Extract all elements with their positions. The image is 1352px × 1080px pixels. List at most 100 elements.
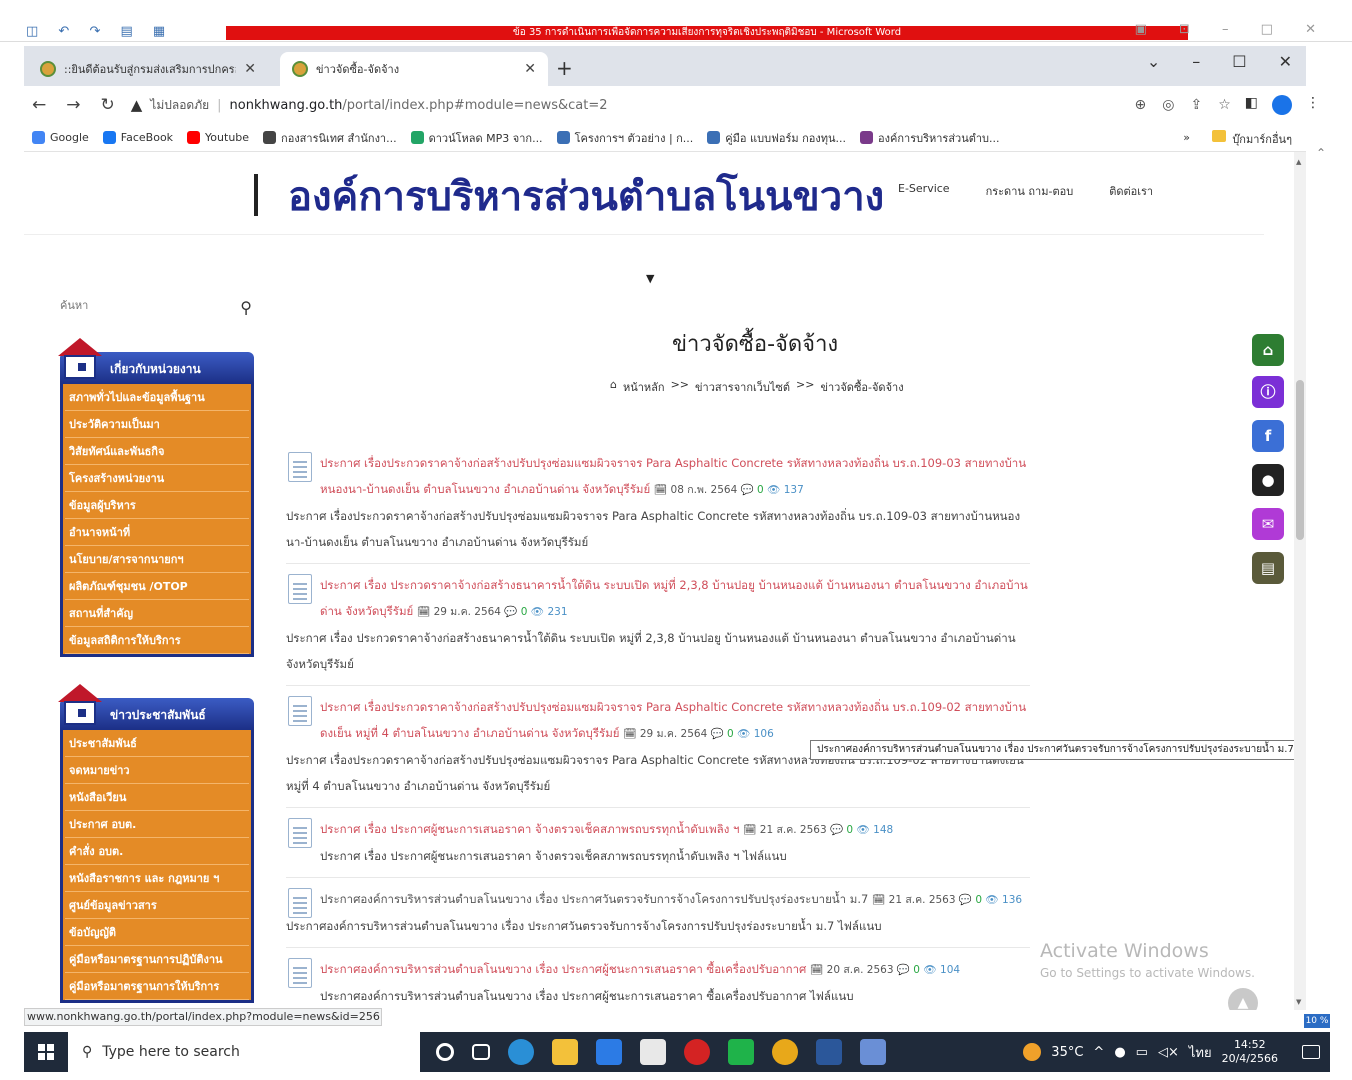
- file-explorer-icon[interactable]: [552, 1039, 578, 1065]
- cortana-icon[interactable]: [436, 1043, 454, 1061]
- side-panel-icon[interactable]: ◧: [1245, 95, 1258, 115]
- chevron-up-icon[interactable]: ⌃: [1316, 146, 1326, 160]
- menu-item[interactable]: สภาพทั่วไปและข้อมูลพื้นฐาน: [65, 384, 249, 411]
- page-scrollbar[interactable]: ▲ ▼: [1294, 152, 1306, 1010]
- reload-button[interactable]: ↻: [101, 95, 115, 115]
- zoom-icon[interactable]: ⊕: [1135, 97, 1147, 113]
- url-path[interactable]: /portal/index.php#module=news&cat=2: [342, 98, 607, 113]
- line-icon[interactable]: [728, 1039, 754, 1065]
- weather-icon[interactable]: [1023, 1043, 1042, 1061]
- home-icon[interactable]: ⌂: [610, 378, 617, 396]
- profile-avatar[interactable]: [1271, 95, 1292, 115]
- new-tab-button[interactable]: +: [556, 56, 573, 80]
- tray-app-icon[interactable]: ●: [1114, 1045, 1125, 1060]
- menu-kebab-icon[interactable]: ⋮: [1306, 95, 1320, 115]
- bookmark-sao[interactable]: องค์การบริหารส่วนตำบ...: [860, 129, 1000, 147]
- tab-procurement-news[interactable]: ข่าวจัดซื้อ-จัดจ้าง ✕: [280, 52, 548, 86]
- url-host[interactable]: nonkhwang.go.th: [230, 98, 343, 113]
- paint-icon[interactable]: [860, 1039, 886, 1065]
- chrome-icon[interactable]: [772, 1039, 798, 1065]
- chevron-up-icon[interactable]: ^: [1093, 1045, 1104, 1060]
- address-bar[interactable]: ▲ ไม่ปลอดภัย | nonkhwang.go.th/portal/in…: [131, 90, 1231, 120]
- nav-qa-board[interactable]: กระดาน ถาม-ตอบ: [986, 182, 1074, 200]
- bookmark-google[interactable]: Google: [32, 131, 89, 144]
- menu-item[interactable]: หนังสือราชการ และ กฎหมาย ฯ: [65, 865, 249, 892]
- menu-item[interactable]: จดหมายข่าว: [65, 757, 249, 784]
- bookmarks-overflow-button[interactable]: »: [1183, 131, 1190, 144]
- menu-item[interactable]: ข้อมูลผู้บริหาร: [65, 492, 249, 519]
- search-icon[interactable]: ⚲: [240, 298, 252, 317]
- menu-item[interactable]: ประชาสัมพันธ์: [65, 730, 249, 757]
- nav-e-service[interactable]: E-Service: [898, 182, 950, 200]
- facebook-icon[interactable]: f: [1252, 420, 1284, 452]
- scroll-down-arrow-icon[interactable]: ▼: [1296, 998, 1301, 1006]
- menu-item[interactable]: คู่มือหรือมาตรฐานการปฏิบัติงาน: [65, 946, 249, 973]
- menu-item[interactable]: อำนาจหน้าที่: [65, 519, 249, 546]
- mail-icon[interactable]: ✉: [1252, 508, 1284, 540]
- notification-icon[interactable]: [1302, 1045, 1320, 1059]
- bookmark-mp3[interactable]: ดาวน์โหลด MP3 จาก...: [410, 129, 543, 147]
- eye-off-icon[interactable]: ◎: [1162, 97, 1174, 113]
- breadcrumb-website-news[interactable]: ข่าวสารจากเว็บไซต์: [695, 378, 790, 396]
- news-title-link[interactable]: ประกาศองค์การบริหารส่วนตำบลโนนขวาง เรื่อ…: [320, 962, 806, 976]
- close-tab-icon[interactable]: ✕: [524, 61, 536, 77]
- taskbar-search[interactable]: ⚲ Type here to search: [68, 1032, 420, 1072]
- bookmark-project-sample[interactable]: โครงการฯ ตัวอย่าง | ก...: [556, 129, 693, 147]
- tab-dopa[interactable]: ::ยินดีต้อนรับสู่กรมส่งเสริมการปกครอง ✕: [28, 52, 268, 86]
- close-tab-icon[interactable]: ✕: [244, 61, 256, 77]
- bookmark-star-icon[interactable]: ☆: [1218, 97, 1231, 113]
- site-brand[interactable]: องค์การบริหารส่วนตำบลโนนขวาง: [288, 164, 884, 228]
- network-icon[interactable]: ▭: [1136, 1045, 1148, 1060]
- clock[interactable]: 14:52 20/4/2566: [1222, 1038, 1278, 1066]
- bookmark-youtube[interactable]: Youtube: [187, 131, 249, 144]
- bookmark-facebook[interactable]: FaceBook: [102, 131, 173, 144]
- menu-item[interactable]: ศูนย์ข้อมูลข่าวสาร: [65, 892, 249, 919]
- user-icon[interactable]: ●: [1252, 464, 1284, 496]
- close-window-button[interactable]: ✕: [1279, 52, 1292, 71]
- menu-item[interactable]: ข้อบัญญัติ: [65, 919, 249, 946]
- menu-item[interactable]: ผลิตภัณฑ์ชุมชน /OTOP: [65, 573, 249, 600]
- menu-item[interactable]: คู่มือหรือมาตรฐานการให้บริการ: [65, 973, 249, 1000]
- scrollbar-thumb[interactable]: [1296, 380, 1304, 540]
- caret-down-icon[interactable]: ▼: [646, 272, 654, 285]
- tab-search-icon[interactable]: ⌄: [1147, 52, 1160, 71]
- word-quick-access-toolbar[interactable]: ◫ ↶ ↷ ▤ ▦: [26, 24, 173, 39]
- menu-item[interactable]: วิสัยทัศน์และพันธกิจ: [65, 438, 249, 465]
- store-icon[interactable]: [640, 1039, 666, 1065]
- home-icon[interactable]: ⌂: [1252, 334, 1284, 366]
- minimize-button[interactable]: –: [1192, 52, 1200, 71]
- bookmark-news-office[interactable]: กองสารนิเทศ สำนักงา...: [263, 129, 397, 147]
- scroll-to-top-button[interactable]: ▲: [1228, 988, 1258, 1010]
- menu-item[interactable]: ประวัติความเป็นมา: [65, 411, 249, 438]
- volume-icon[interactable]: ◁×: [1158, 1045, 1179, 1060]
- scroll-up-arrow-icon[interactable]: ▲: [1296, 158, 1301, 166]
- share-icon[interactable]: ⇪: [1190, 97, 1202, 113]
- info-icon[interactable]: ⓘ: [1252, 376, 1284, 408]
- menu-item[interactable]: คำสั่ง อบต.: [65, 838, 249, 865]
- search-input[interactable]: [60, 300, 210, 312]
- breadcrumb-home[interactable]: หน้าหลัก: [623, 378, 665, 396]
- bookmark-fund-manual[interactable]: คู่มือ แบบฟอร์ม กองทุน...: [707, 129, 846, 147]
- menu-item[interactable]: ข้อมูลสถิติการให้บริการ: [65, 627, 249, 654]
- word-window-controls[interactable]: ▣ ⊡ – □ ✕: [1135, 22, 1330, 37]
- task-view-icon[interactable]: [472, 1044, 490, 1060]
- mail-icon[interactable]: [596, 1039, 622, 1065]
- news-title-link[interactable]: ประกาศองค์การบริหารส่วนตำบลโนนขวาง เรื่อ…: [320, 892, 868, 906]
- edge-icon[interactable]: [508, 1039, 534, 1065]
- back-button[interactable]: ←: [32, 95, 46, 115]
- menu-item[interactable]: โครงสร้างหน่วยงาน: [65, 465, 249, 492]
- input-language[interactable]: ไทย: [1189, 1042, 1212, 1063]
- forward-button[interactable]: →: [66, 95, 80, 115]
- menu-item[interactable]: ประกาศ อบต.: [65, 811, 249, 838]
- chart-icon[interactable]: ▤: [1252, 552, 1284, 584]
- menu-item[interactable]: นโยบาย/สารจากนายกฯ: [65, 546, 249, 573]
- menu-item[interactable]: สถานที่สำคัญ: [65, 600, 249, 627]
- menu-item[interactable]: หนังสือเวียน: [65, 784, 249, 811]
- security-label[interactable]: ไม่ปลอดภัย: [150, 96, 209, 115]
- news-title-link[interactable]: ประกาศ เรื่อง ประกาศผู้ชนะการเสนอราคา จ้…: [320, 822, 739, 836]
- temperature[interactable]: 35°C: [1051, 1045, 1083, 1060]
- opera-icon[interactable]: [684, 1039, 710, 1065]
- maximize-button[interactable]: ☐: [1232, 52, 1246, 71]
- other-bookmarks[interactable]: บุ๊กมาร์กอื่นๆ: [1212, 130, 1292, 148]
- warning-icon[interactable]: ▲: [131, 96, 143, 114]
